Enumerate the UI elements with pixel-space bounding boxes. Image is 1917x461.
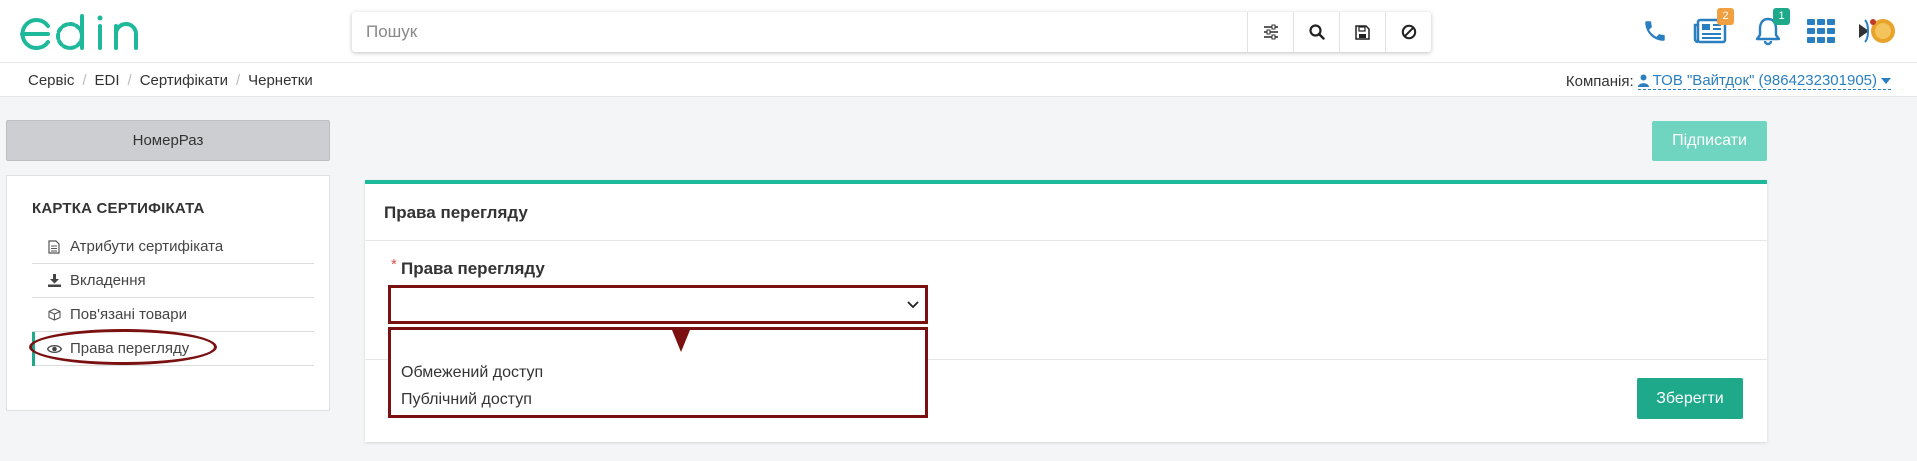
eye-icon bbox=[46, 344, 62, 354]
view-rights-dropdown: Обмежений доступ Публічний доступ bbox=[388, 327, 928, 418]
nav-item-related-goods[interactable]: Пов'язані товари bbox=[32, 298, 314, 332]
card-title: КАРТКА СЕРТИФІКАТА bbox=[32, 200, 205, 217]
sign-button[interactable]: Підписати bbox=[1652, 121, 1767, 161]
caret-down-icon bbox=[1881, 77, 1891, 84]
document-number-button[interactable]: НомерРаз bbox=[6, 120, 330, 161]
company-selector: Компанія: ТОВ "Вайтдок" (9864232301905) bbox=[1566, 72, 1891, 90]
view-rights-label: Права перегляду bbox=[401, 259, 545, 278]
edin-logo[interactable] bbox=[18, 12, 158, 54]
news-button[interactable]: 2 bbox=[1692, 8, 1734, 49]
panel-title: Права перегляду bbox=[384, 203, 528, 222]
phone-icon bbox=[1645, 21, 1665, 41]
filter-button[interactable] bbox=[1247, 12, 1293, 52]
search-bar bbox=[352, 12, 1431, 52]
annotation-arrow bbox=[672, 330, 690, 352]
nav-item-label: Вкладення bbox=[70, 272, 146, 289]
notifications-button[interactable]: 1 bbox=[1752, 8, 1790, 49]
nav-item-label: Права перегляду bbox=[70, 340, 190, 357]
search-button[interactable] bbox=[1293, 12, 1339, 52]
nav-item-label: Атрибути сертифіката bbox=[70, 238, 224, 255]
nav-item-attachments[interactable]: Вкладення bbox=[32, 264, 314, 298]
view-rights-panel: Права перегляду * Права перегляду Обмеже… bbox=[365, 180, 1767, 442]
avatar-icon bbox=[1859, 19, 1895, 43]
company-name: ТОВ "Вайтдок" (9864232301905) bbox=[1652, 72, 1877, 89]
nav-item-label: Пов'язані товари bbox=[70, 306, 187, 323]
notifications-badge: 1 bbox=[1773, 8, 1790, 25]
certificate-card-panel: КАРТКА СЕРТИФІКАТА Атрибути сертифіката … bbox=[6, 175, 330, 411]
top-header: 2 1 bbox=[0, 0, 1917, 63]
grid-icon bbox=[1807, 19, 1835, 43]
phone-button[interactable] bbox=[1640, 13, 1670, 49]
breadcrumb-item-edi[interactable]: EDI bbox=[95, 72, 120, 89]
floppy-icon bbox=[1355, 24, 1370, 40]
box-icon bbox=[46, 308, 62, 321]
breadcrumb-separator: / bbox=[127, 72, 132, 89]
breadcrumb-separator: / bbox=[235, 72, 241, 89]
required-mark: * bbox=[391, 256, 397, 273]
breadcrumb-item-service[interactable]: Сервіс bbox=[28, 72, 74, 89]
company-label: Компанія: bbox=[1565, 72, 1634, 90]
breadcrumb-bar: Сервіс / EDI / Сертифікати / Чернетки Ко… bbox=[0, 63, 1917, 97]
company-dropdown[interactable]: ТОВ "Вайтдок" (9864232301905) bbox=[1637, 72, 1891, 90]
card-nav: Атрибути сертифіката Вкладення Пов'язані… bbox=[32, 230, 314, 366]
document-icon bbox=[46, 239, 62, 254]
nav-item-view-rights[interactable]: Права перегляду bbox=[32, 332, 314, 366]
search-icon bbox=[1308, 24, 1325, 40]
nav-item-attributes[interactable]: Атрибути сертифіката bbox=[32, 230, 314, 264]
chevron-down-icon bbox=[907, 300, 919, 308]
breadcrumb-item-certificates[interactable]: Сертифікати bbox=[140, 72, 228, 89]
search-input[interactable] bbox=[352, 12, 1247, 52]
user-avatar[interactable] bbox=[1855, 13, 1897, 49]
breadcrumb-item-drafts[interactable]: Чернетки bbox=[248, 72, 313, 89]
save-search-button[interactable] bbox=[1339, 12, 1385, 52]
user-icon bbox=[1637, 74, 1649, 87]
download-icon bbox=[46, 274, 62, 287]
apps-button[interactable] bbox=[1806, 13, 1836, 49]
sliders-icon bbox=[1263, 24, 1278, 40]
breadcrumb: Сервіс / EDI / Сертифікати / Чернетки bbox=[28, 72, 313, 89]
breadcrumb-separator: / bbox=[82, 72, 87, 89]
option-public-access[interactable]: Публічний доступ bbox=[401, 391, 532, 409]
panel-divider bbox=[365, 240, 1767, 241]
save-button[interactable]: Зберегти bbox=[1637, 378, 1743, 419]
ban-icon bbox=[1401, 24, 1416, 40]
view-rights-select[interactable] bbox=[388, 285, 928, 324]
news-badge: 2 bbox=[1717, 8, 1734, 25]
clear-search-button[interactable] bbox=[1385, 12, 1431, 52]
option-restricted-access[interactable]: Обмежений доступ bbox=[401, 364, 543, 382]
